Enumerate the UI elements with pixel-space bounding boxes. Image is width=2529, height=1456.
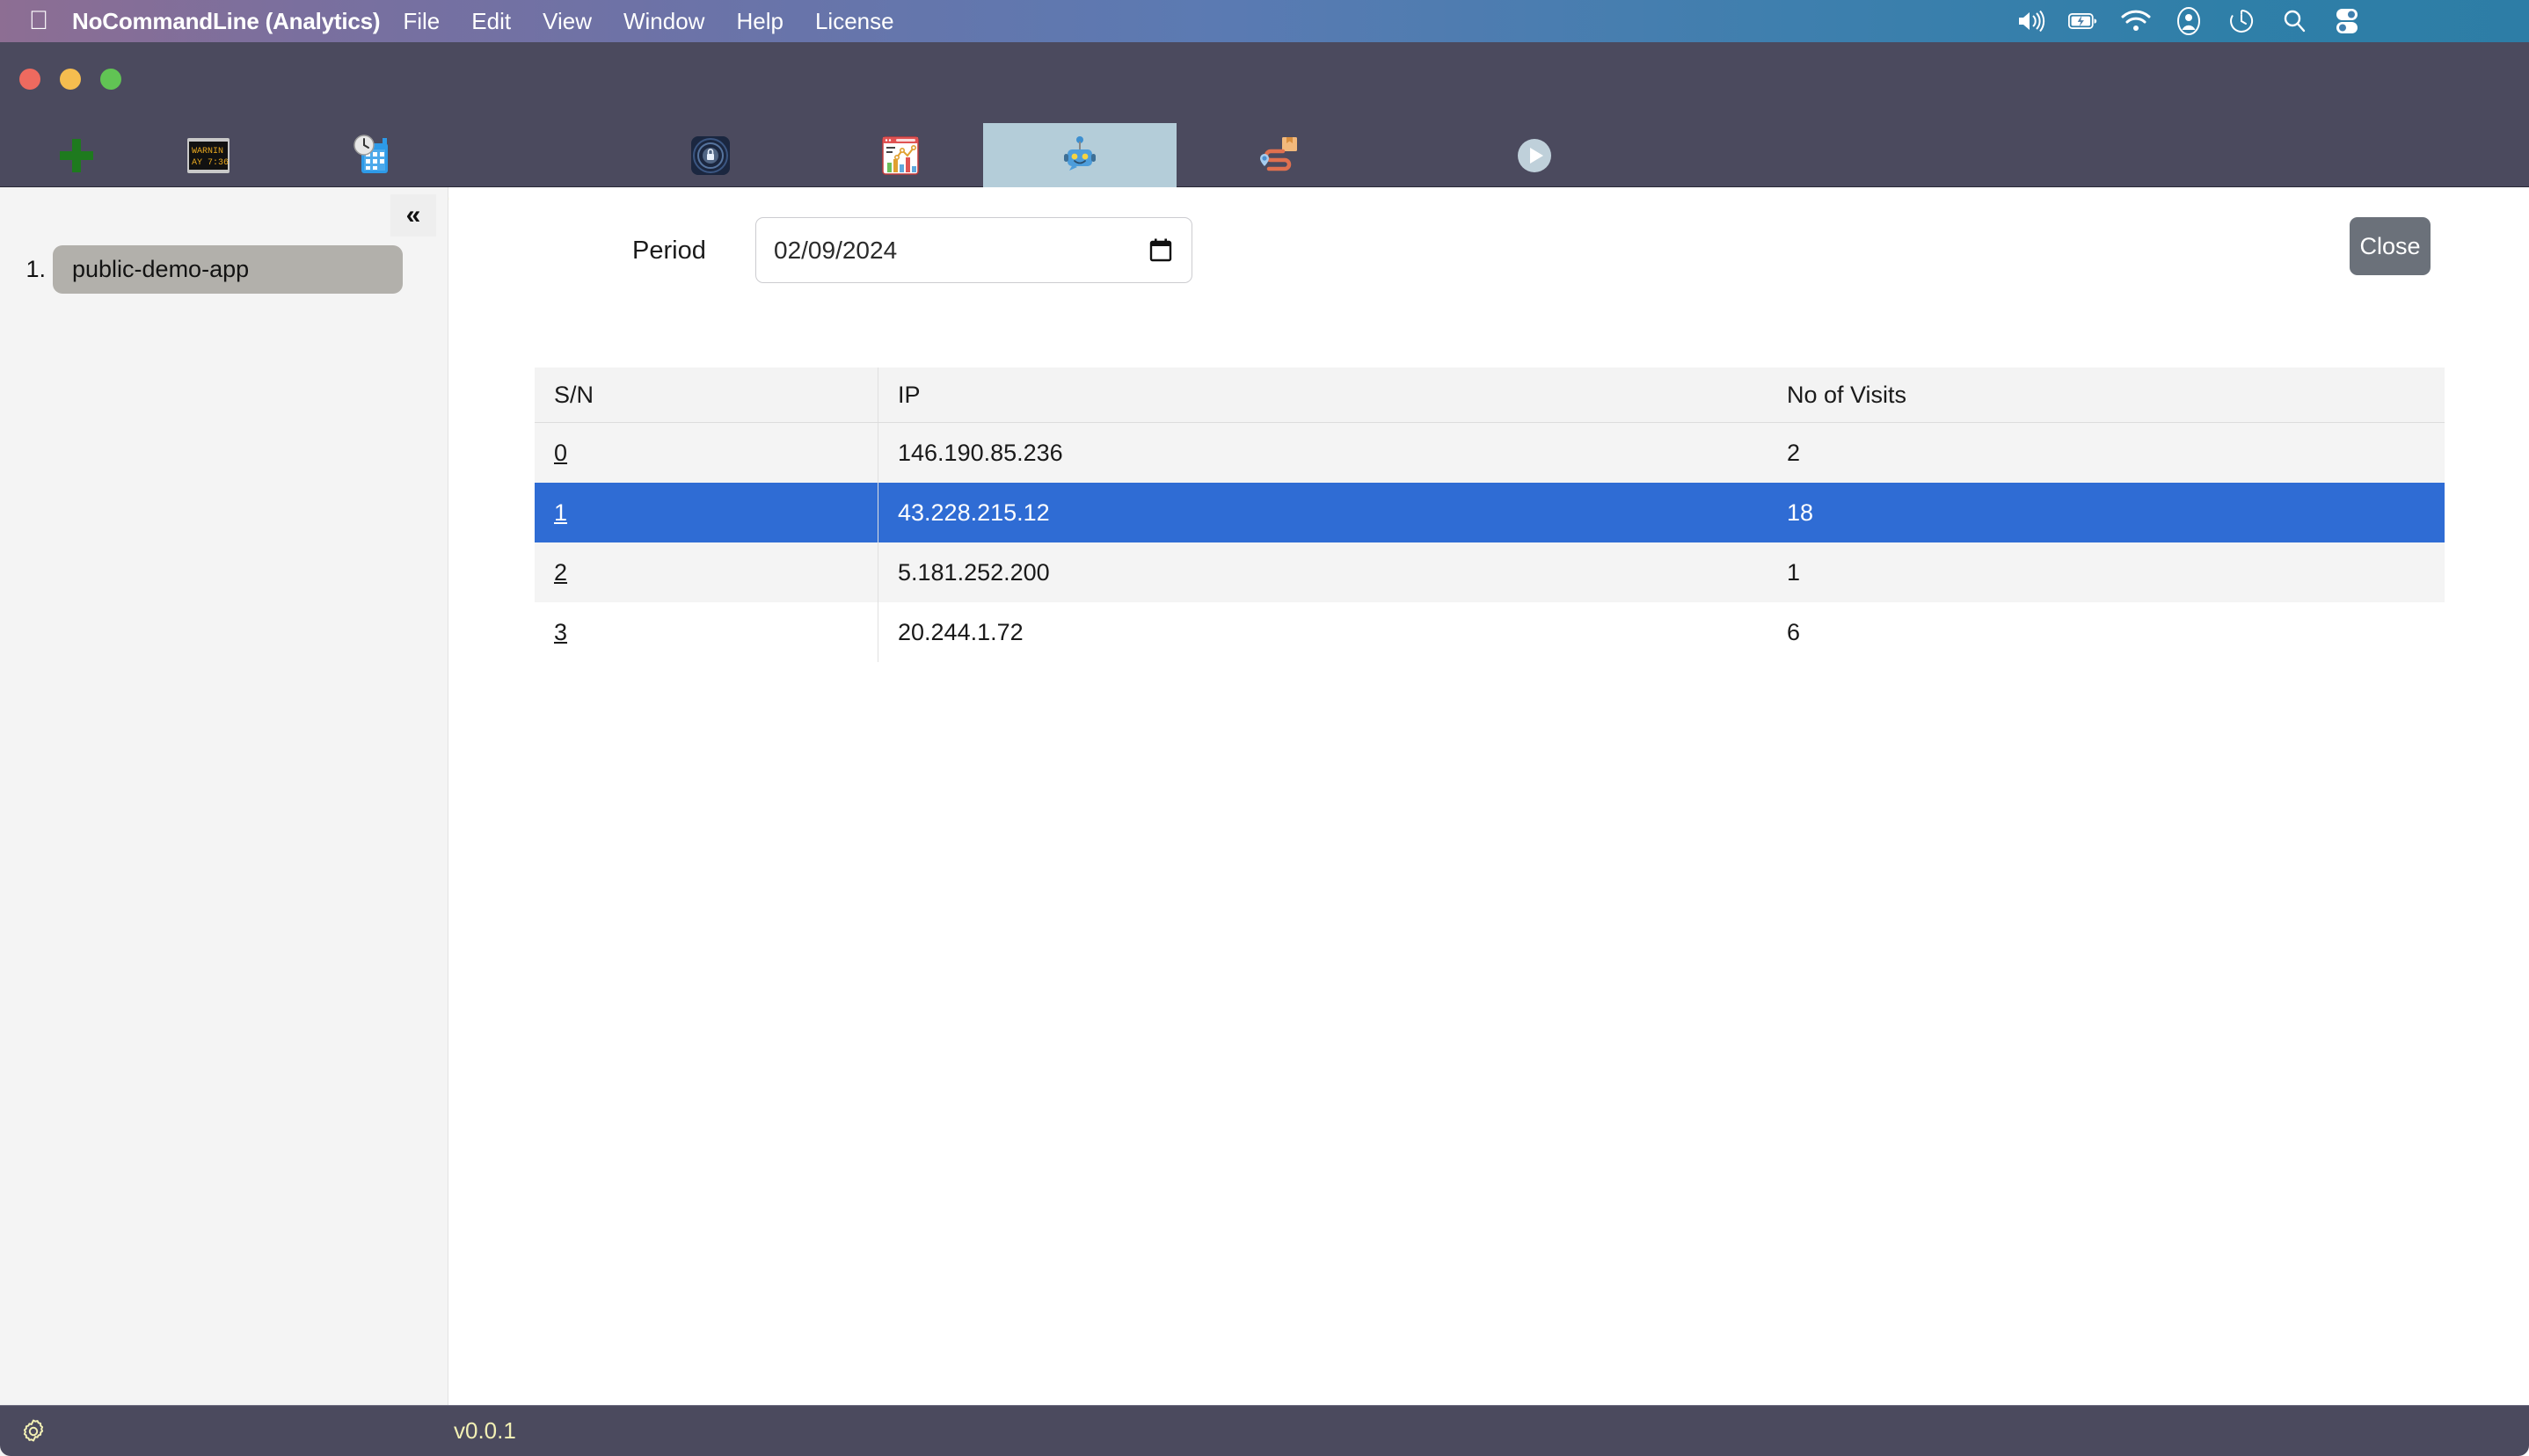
time-machine-icon[interactable] xyxy=(2227,6,2256,36)
table-header: S/N IP No of Visits xyxy=(535,368,2445,423)
sn-link[interactable]: 0 xyxy=(554,440,567,467)
menu-item-file[interactable]: File xyxy=(387,8,456,35)
window-close-button[interactable] xyxy=(19,69,40,90)
cell-sn: 2 xyxy=(535,542,878,602)
calendar-clock-icon xyxy=(341,130,403,181)
table-row[interactable]: 0 146.190.85.236 2 xyxy=(535,423,2445,483)
cell-sn: 1 xyxy=(535,483,878,542)
menu-item-view[interactable]: View xyxy=(527,8,608,35)
logs-warning-icon: WARNIN AY 7:36 xyxy=(178,130,239,181)
search-icon[interactable] xyxy=(2279,6,2309,36)
macos-menu-bar:  NoCommandLine (Analytics) File Edit Vi… xyxy=(0,0,2529,42)
menu-bar-left-group:  NoCommandLine (Analytics) File Edit Vi… xyxy=(0,0,910,42)
cell-visits: 1 xyxy=(1787,558,1801,586)
cell-visits: 18 xyxy=(1787,499,1814,526)
volume-icon[interactable] xyxy=(2015,6,2045,36)
cell-visits: 2 xyxy=(1787,439,1801,466)
cell-ip: 5.181.252.200 xyxy=(878,542,1767,602)
cell-ip: 146.190.85.236 xyxy=(878,423,1767,483)
user-account-icon[interactable] xyxy=(2174,6,2204,36)
table-body: 0 146.190.85.236 2 1 43.228.215.12 18 2 … xyxy=(535,423,2445,662)
app-window: Add Project WARNINAY 7:36 View Logs Mana… xyxy=(0,42,2529,1456)
window-minimize-button[interactable] xyxy=(60,69,81,90)
sn-link[interactable]: 3 xyxy=(554,619,567,646)
window-maximize-button[interactable] xyxy=(100,69,121,90)
project-index: 1. xyxy=(26,256,46,282)
table-row[interactable]: 3 20.244.1.72 6 xyxy=(535,602,2445,662)
firewall-lock-icon xyxy=(680,130,741,181)
close-button[interactable]: Close xyxy=(2350,217,2431,275)
app-title: NoCommandLine (Analytics) xyxy=(72,7,381,34)
table-row[interactable]: 2 5.181.252.200 1 xyxy=(535,542,2445,602)
play-circle-icon xyxy=(1504,130,1565,181)
svg-text:WARNIN: WARNIN xyxy=(192,147,223,157)
calendar-icon[interactable] xyxy=(1148,237,1174,264)
double-chevron-left-icon[interactable]: « xyxy=(390,194,436,237)
column-header-ip[interactable]: IP xyxy=(878,368,1767,422)
menu-item-help[interactable]: Help xyxy=(720,8,798,35)
analytics-chart-icon xyxy=(870,130,931,181)
main-content: Period 02/09/2024 Close S/N IP No of Vis… xyxy=(449,187,2529,1456)
menu-bar-status-group xyxy=(2015,0,2529,42)
menu-item-license[interactable]: License xyxy=(799,8,910,35)
period-label: Period xyxy=(632,237,706,265)
app-version: v0.0.1 xyxy=(454,1417,516,1444)
spam-visits-table: S/N IP No of Visits 0 146.190.85.236 2 1… xyxy=(535,368,2445,662)
gear-icon[interactable] xyxy=(16,1414,51,1449)
period-date-value: 02/09/2024 xyxy=(774,236,898,264)
control-center-icon[interactable] xyxy=(2332,6,2362,36)
wifi-icon[interactable] xyxy=(2121,6,2151,36)
cell-visits: 6 xyxy=(1787,618,1801,645)
cell-ip: 20.244.1.72 xyxy=(878,602,1767,662)
cell-sn: 3 xyxy=(535,602,878,662)
battery-charging-icon[interactable] xyxy=(2068,6,2098,36)
project-sidebar: « 1. public-demo-app xyxy=(0,187,448,1456)
table-row[interactable]: 1 43.228.215.12 18 xyxy=(535,483,2445,542)
cell-sn: 0 xyxy=(535,423,878,483)
table-header-row: S/N IP No of Visits xyxy=(535,368,2445,423)
plus-icon xyxy=(46,130,107,181)
apple-logo-icon[interactable]:  xyxy=(19,0,58,42)
menu-item-window[interactable]: Window xyxy=(608,8,720,35)
menu-item-edit[interactable]: Edit xyxy=(456,8,527,35)
app-toolbar: Add Project WARNINAY 7:36 View Logs Mana… xyxy=(0,42,2529,216)
column-header-no-of-visits[interactable]: No of Visits xyxy=(1767,368,2445,422)
sn-link[interactable]: 1 xyxy=(554,499,567,527)
robot-icon xyxy=(1049,130,1111,181)
conversion-path-icon xyxy=(1246,130,1308,181)
cell-ip: 43.228.215.12 xyxy=(878,483,1767,542)
window-controls xyxy=(19,69,121,90)
column-header-sn[interactable]: S/N xyxy=(535,368,878,422)
sidebar-item-public-demo-app[interactable]: public-demo-app xyxy=(53,245,403,294)
period-toolbar: Period 02/09/2024 Close xyxy=(449,217,2529,296)
period-date-input[interactable]: 02/09/2024 xyxy=(755,217,1192,283)
svg-text:AY 7:36: AY 7:36 xyxy=(192,158,229,168)
status-bar: v0.0.1 xyxy=(0,1405,2529,1456)
sn-link[interactable]: 2 xyxy=(554,559,567,586)
list-item[interactable]: 1. public-demo-app xyxy=(0,245,448,294)
